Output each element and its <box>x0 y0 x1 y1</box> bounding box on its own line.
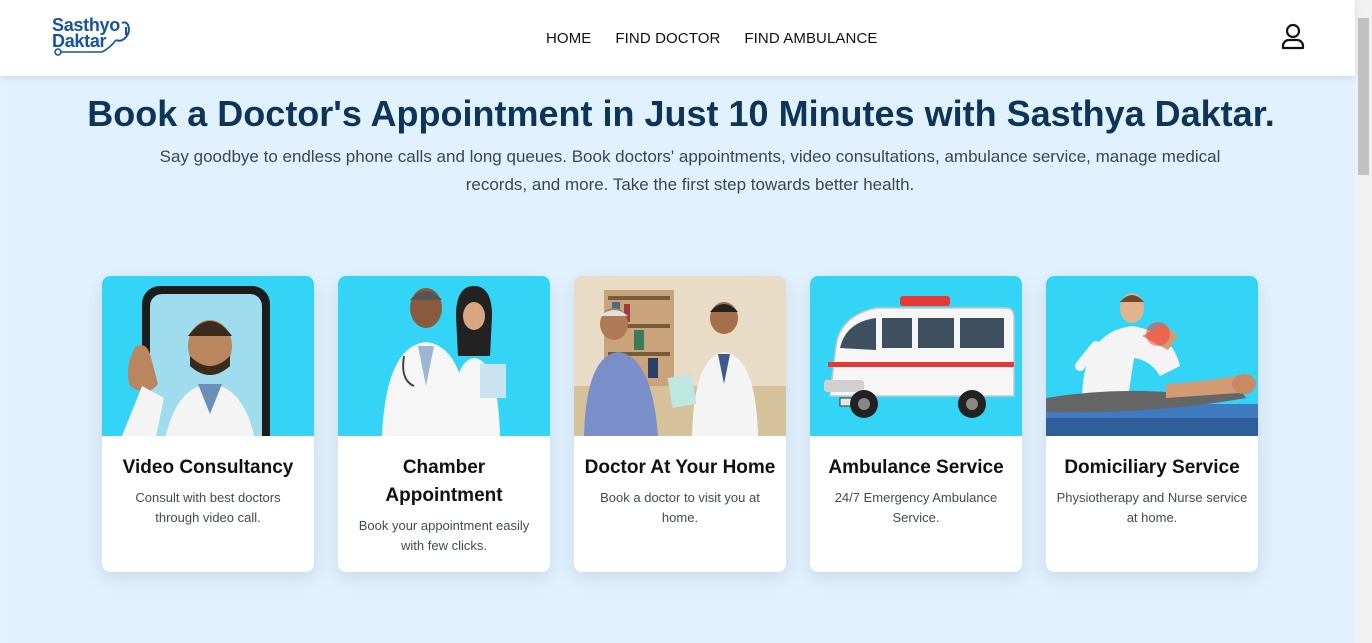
service-cards: Video Consultancy Consult with best doct… <box>102 276 1258 572</box>
card-title: Doctor At Your Home <box>584 457 776 478</box>
service-card-domiciliary[interactable]: Domiciliary Service Physiotherapy and Nu… <box>1046 276 1258 572</box>
card-description: 24/7 Emergency Ambulance Service. <box>834 490 998 525</box>
nav-find-doctor-link[interactable]: FIND DOCTOR <box>615 30 720 48</box>
top-navbar: Sasthyo Daktar HOME FIND DOCTOR FIND AMB… <box>0 0 1355 76</box>
card-description: Book your appointment easily with few cl… <box>358 518 530 553</box>
page-scrollbar[interactable] <box>1355 0 1372 643</box>
nav-find-ambulance-link[interactable]: FIND AMBULANCE <box>744 30 877 48</box>
hero-title: Book a Doctor's Appointment in Just 10 M… <box>87 93 1275 134</box>
card-description: Physiotherapy and Nurse service at home. <box>1056 490 1248 525</box>
card-title: Domiciliary Service <box>1064 457 1240 478</box>
nav-home-link[interactable]: HOME <box>546 30 591 48</box>
user-account-button[interactable] <box>1279 22 1307 50</box>
service-card-video-consultancy[interactable]: Video Consultancy Consult with best doct… <box>102 276 314 572</box>
doctor-video-call-image <box>102 276 314 436</box>
service-card-doctor-at-home[interactable]: Doctor At Your Home Book a doctor to vis… <box>574 276 786 572</box>
card-title: Video Consultancy <box>122 457 294 478</box>
main-nav: HOME FIND DOCTOR FIND AMBULANCE <box>546 30 878 48</box>
physiotherapy-image <box>1046 276 1258 436</box>
hero-subtitle: Say goodbye to endless phone calls and l… <box>159 147 1221 194</box>
card-title: Ambulance Service <box>828 457 1004 478</box>
scrollbar-thumb[interactable] <box>1358 18 1369 175</box>
card-description: Book a doctor to visit you at home. <box>600 490 760 525</box>
brand-logo[interactable]: Sasthyo Daktar <box>52 15 142 60</box>
service-card-ambulance[interactable]: Ambulance Service 24/7 Emergency Ambulan… <box>810 276 1022 572</box>
user-icon <box>1281 23 1305 50</box>
ambulance-image <box>810 276 1022 436</box>
card-title: Chamber Appointment <box>385 457 503 506</box>
hero-section: Book a Doctor's Appointment in Just 10 M… <box>7 76 1355 643</box>
service-card-chamber-appointment[interactable]: Chamber Appointment Book your appointmen… <box>338 276 550 572</box>
stethoscope-icon <box>54 21 130 56</box>
doctors-chamber-image <box>338 276 550 436</box>
home-visit-image <box>574 276 786 436</box>
card-description: Consult with best doctors through video … <box>135 490 281 525</box>
